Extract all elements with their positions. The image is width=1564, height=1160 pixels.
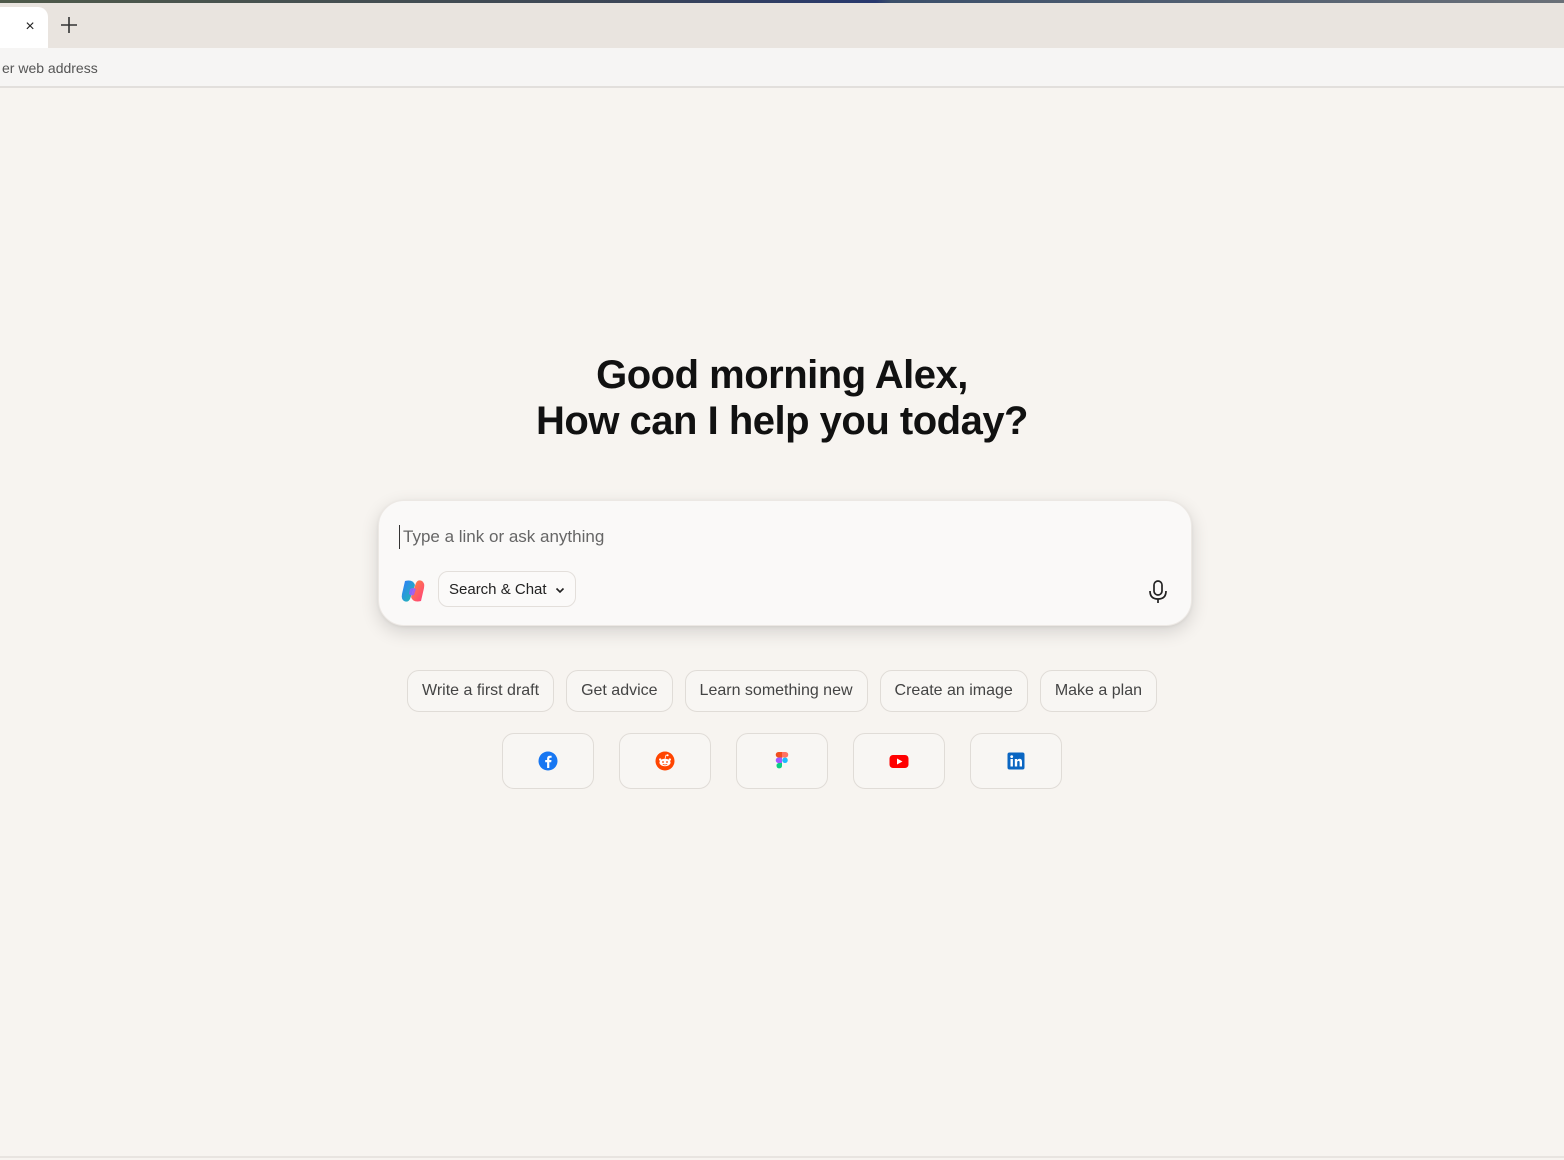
shortcut-reddit[interactable] bbox=[619, 733, 711, 789]
facebook-icon bbox=[538, 751, 558, 771]
address-input[interactable] bbox=[2, 57, 802, 79]
shortcut-youtube[interactable] bbox=[853, 733, 945, 789]
close-tab-icon[interactable]: × bbox=[20, 17, 40, 37]
suggestion-get-advice[interactable]: Get advice bbox=[566, 670, 673, 712]
linkedin-icon bbox=[1007, 752, 1025, 770]
bottom-divider bbox=[0, 1156, 1564, 1158]
chevron-down-icon bbox=[555, 587, 564, 594]
suggestion-learn-something-new[interactable]: Learn something new bbox=[684, 670, 868, 712]
suggestion-create-image[interactable]: Create an image bbox=[879, 670, 1028, 712]
address-bar bbox=[0, 48, 1564, 88]
plus-icon bbox=[61, 17, 77, 33]
greeting-line-2: How can I help you today? bbox=[536, 399, 1029, 443]
mode-select-label: Search & Chat bbox=[449, 580, 547, 598]
youtube-icon bbox=[889, 755, 909, 768]
microphone-button[interactable] bbox=[1143, 577, 1173, 607]
tab-bar: × bbox=[0, 3, 1564, 48]
composer-input[interactable] bbox=[399, 525, 1163, 549]
suggestion-make-plan[interactable]: Make a plan bbox=[1039, 670, 1157, 712]
figma-icon bbox=[775, 752, 789, 769]
microphone-icon bbox=[1149, 580, 1167, 603]
greeting-line-1: Good morning Alex, bbox=[596, 353, 968, 397]
shortcut-figma[interactable] bbox=[736, 733, 828, 789]
shortcut-facebook[interactable] bbox=[502, 733, 594, 789]
reddit-icon bbox=[655, 751, 675, 771]
suggestion-chips: Write a first draft Get advice Learn som… bbox=[0, 670, 1564, 712]
greeting-heading: Good morning Alex, How can I help you to… bbox=[0, 352, 1564, 444]
site-shortcuts bbox=[0, 733, 1564, 789]
active-tab[interactable]: × bbox=[0, 7, 48, 48]
mode-select[interactable]: Search & Chat bbox=[438, 571, 576, 607]
composer-box: Search & Chat bbox=[378, 500, 1192, 626]
suggestion-write-first-draft[interactable]: Write a first draft bbox=[407, 670, 555, 712]
new-tab-button[interactable] bbox=[56, 12, 82, 38]
copilot-icon[interactable] bbox=[399, 577, 427, 605]
shortcut-linkedin[interactable] bbox=[970, 733, 1062, 789]
